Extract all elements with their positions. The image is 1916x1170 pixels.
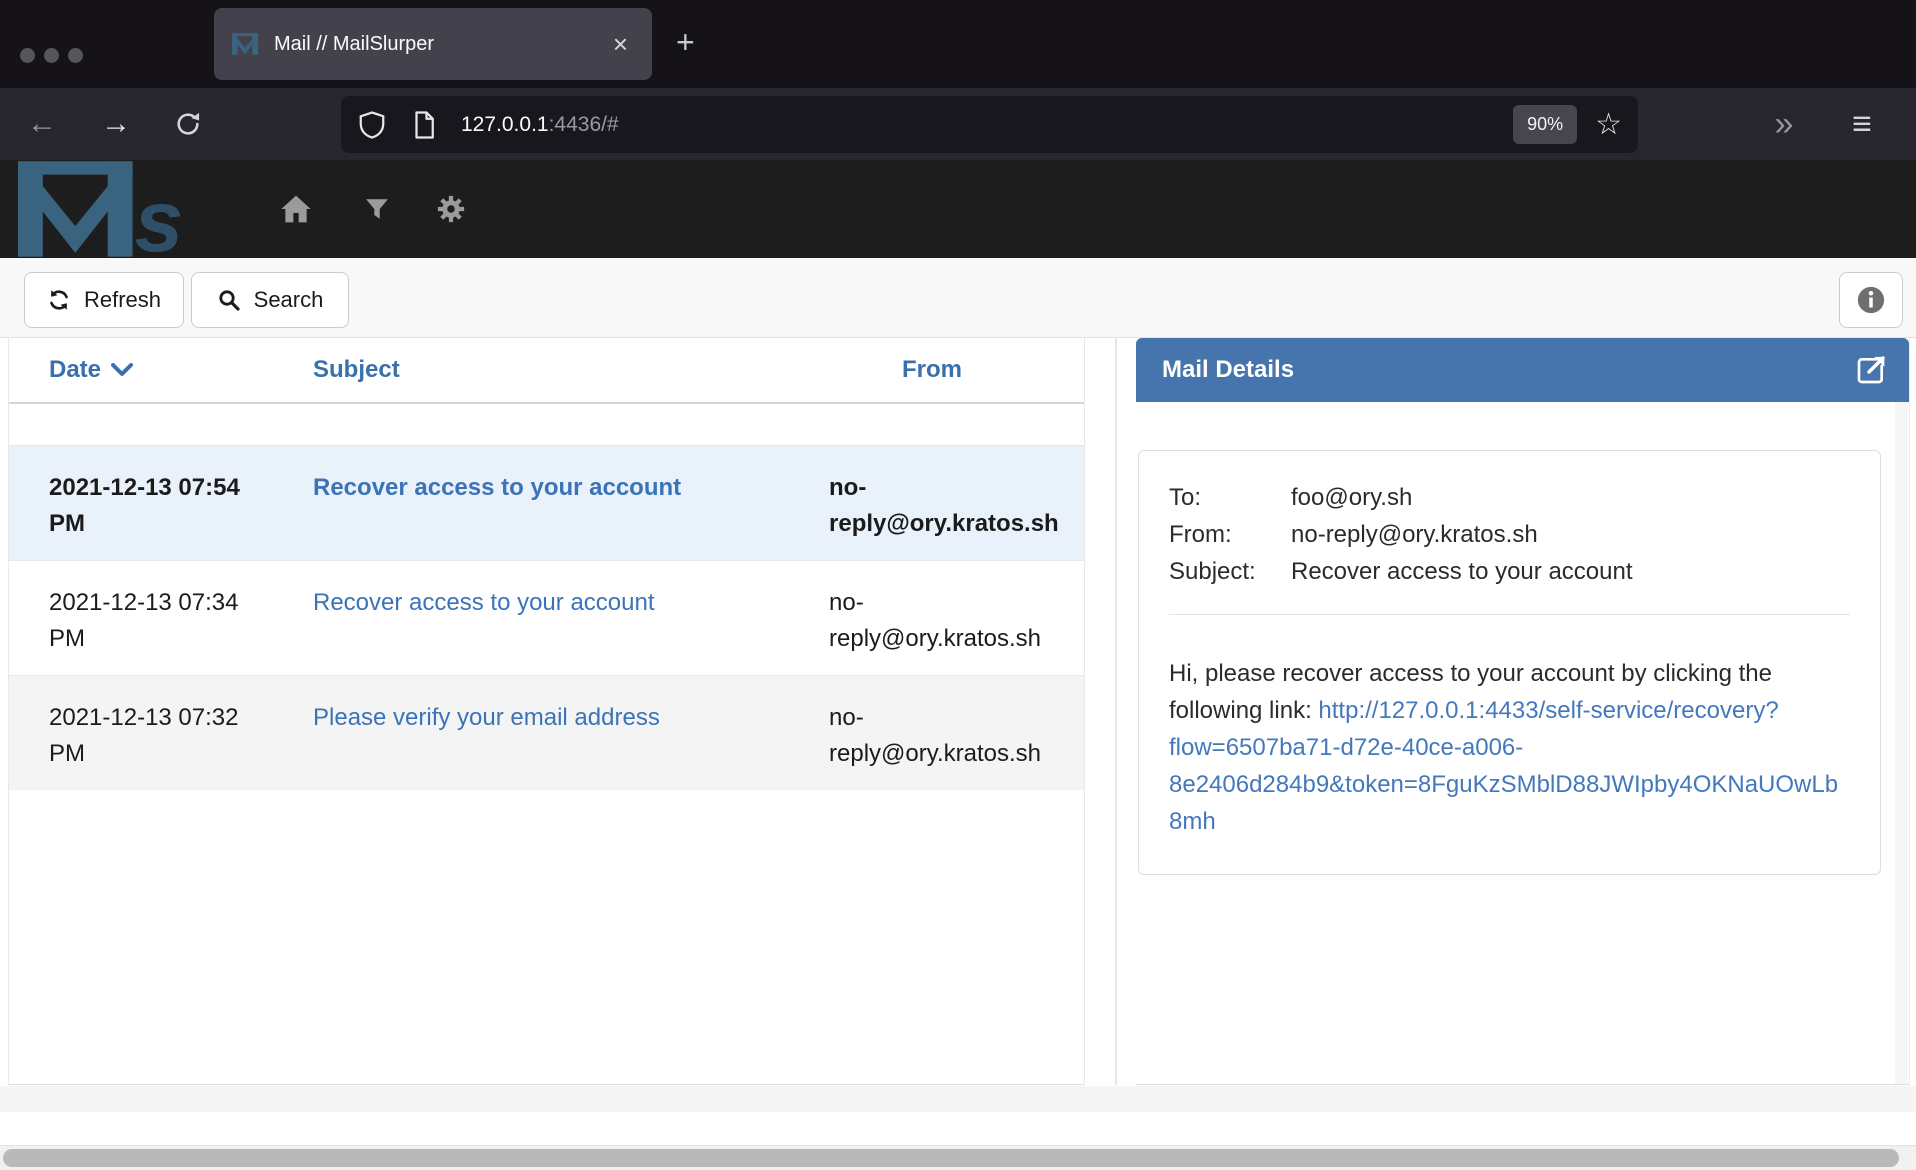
- info-button[interactable]: [1839, 272, 1903, 328]
- mail-date: 2021-12-13 07:34 PM: [49, 585, 267, 657]
- field-row-from: From: no-reply@ory.kratos.sh: [1169, 516, 1850, 553]
- info-icon: [1856, 285, 1886, 315]
- subject-value: Recover access to your account: [1291, 553, 1850, 590]
- home-icon[interactable]: [273, 186, 319, 232]
- svg-text:s: s: [134, 172, 183, 257]
- email-list-panel: Date Subject From 2021-12-13 07:54 PM Re…: [8, 338, 1085, 1085]
- hamburger-menu-icon[interactable]: ≡: [1838, 88, 1886, 160]
- bookmark-star-icon[interactable]: ☆: [1595, 110, 1622, 140]
- subject-header-label: Subject: [313, 356, 400, 384]
- overflow-chevrons-icon[interactable]: »: [1760, 88, 1808, 160]
- filter-icon[interactable]: [354, 186, 400, 232]
- bottom-strip: [0, 1086, 1916, 1112]
- url-path: :4436/#: [549, 113, 619, 137]
- mail-details-header: Mail Details: [1136, 338, 1909, 402]
- mail-subject-link[interactable]: Recover access to your account: [313, 474, 681, 501]
- mail-details-panel: Mail Details To: foo@ory.sh From: no-rep…: [1136, 338, 1910, 1085]
- list-gap: [9, 404, 1084, 445]
- from-value: no-reply@ory.kratos.sh: [1291, 516, 1850, 553]
- to-value: foo@ory.sh: [1291, 479, 1850, 516]
- to-label: To:: [1169, 479, 1291, 516]
- window-dot[interactable]: [68, 48, 83, 63]
- browser-tab-strip: Mail // MailSlurper × +: [0, 0, 1916, 88]
- forward-icon[interactable]: →: [92, 88, 140, 160]
- column-header-subject: Subject: [313, 356, 783, 384]
- card-divider: [1169, 614, 1850, 615]
- search-button[interactable]: Search: [191, 272, 349, 328]
- mail-date: 2021-12-13 07:32 PM: [49, 700, 267, 772]
- open-external-icon[interactable]: [1855, 354, 1887, 386]
- refresh-icon: [47, 288, 71, 312]
- new-tab-icon[interactable]: +: [676, 26, 695, 58]
- from-header-label: From: [902, 356, 962, 384]
- window-dot[interactable]: [44, 48, 59, 63]
- mail-details-card: To: foo@ory.sh From: no-reply@ory.kratos…: [1138, 450, 1881, 875]
- mail-row[interactable]: 2021-12-13 07:54 PM Recover access to yo…: [9, 445, 1084, 560]
- url-bar[interactable]: 127.0.0.1 :4436/# 90% ☆: [341, 96, 1638, 153]
- mailslurper-favicon: [232, 32, 258, 56]
- mail-subject-link[interactable]: Please verify your email address: [313, 704, 660, 731]
- date-header-label: Date: [49, 356, 101, 384]
- zoom-level-badge[interactable]: 90%: [1513, 105, 1577, 144]
- browser-navbar: ← → 127.0.0.1 :4436/# 90% ☆ » ≡: [0, 88, 1916, 160]
- panel-divider: [1115, 338, 1117, 1085]
- mailslurper-logo: s: [18, 161, 228, 257]
- tab-close-icon[interactable]: ×: [607, 29, 634, 59]
- sort-chevron-down-icon: [111, 363, 133, 377]
- bottom-strip: [0, 1112, 1916, 1145]
- mail-details-title: Mail Details: [1162, 356, 1294, 384]
- window-controls[interactable]: [20, 48, 83, 63]
- mail-date: 2021-12-13 07:54 PM: [49, 470, 267, 542]
- gear-icon[interactable]: [428, 186, 474, 232]
- details-scrollbar-track[interactable]: [1895, 402, 1908, 1084]
- url-host: 127.0.0.1: [461, 113, 549, 137]
- subject-label: Subject:: [1169, 553, 1291, 590]
- search-icon: [217, 288, 241, 312]
- reload-icon[interactable]: [164, 88, 212, 160]
- mail-from: no-reply@ory.kratos.sh: [829, 585, 1064, 657]
- field-row-to: To: foo@ory.sh: [1169, 479, 1850, 516]
- refresh-label: Refresh: [84, 287, 161, 313]
- email-list-header: Date Subject From: [9, 338, 1084, 404]
- mail-body: Hi, please recover access to your accoun…: [1169, 655, 1850, 840]
- browser-tab[interactable]: Mail // MailSlurper ×: [214, 8, 652, 80]
- mail-row[interactable]: 2021-12-13 07:34 PM Recover access to yo…: [9, 560, 1084, 675]
- action-toolbar: Refresh Search: [0, 258, 1916, 338]
- shield-icon[interactable]: [357, 110, 387, 140]
- field-row-subject: Subject: Recover access to your account: [1169, 553, 1850, 590]
- column-header-date[interactable]: Date: [49, 356, 267, 384]
- mail-subject-link[interactable]: Recover access to your account: [313, 589, 655, 616]
- app-header: s: [0, 160, 1916, 258]
- mail-from: no-reply@ory.kratos.sh: [829, 700, 1064, 772]
- back-icon[interactable]: ←: [18, 88, 66, 160]
- tab-title: Mail // MailSlurper: [274, 33, 607, 56]
- refresh-button[interactable]: Refresh: [24, 272, 184, 328]
- column-header-from: From: [829, 356, 1064, 384]
- window-dot[interactable]: [20, 48, 35, 63]
- horizontal-scrollbar-thumb[interactable]: [3, 1149, 1899, 1167]
- mail-from: no-reply@ory.kratos.sh: [829, 470, 1064, 542]
- mail-row[interactable]: 2021-12-13 07:32 PM Please verify your e…: [9, 675, 1084, 790]
- from-label: From:: [1169, 516, 1291, 553]
- page-info-icon[interactable]: [409, 110, 439, 140]
- search-label: Search: [254, 287, 324, 313]
